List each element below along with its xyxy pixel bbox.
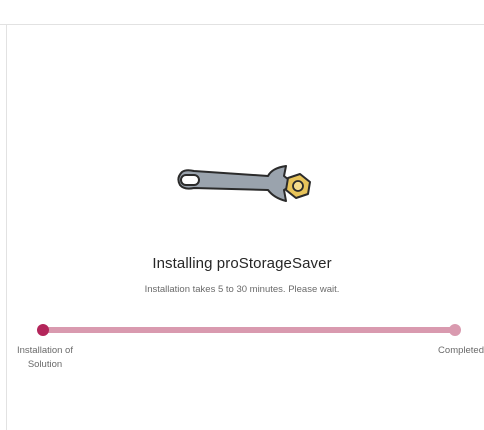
progress-track [44,327,456,333]
top-divider [0,24,484,25]
installer-window: Installing proStorageSaver Installation … [0,0,484,430]
install-subtitle: Installation takes 5 to 30 minutes. Plea… [144,284,340,295]
start-label-line2: Solution [27,359,63,370]
wrench-and-nut-icon [172,158,314,214]
install-title: Installing proStorageSaver [152,255,332,272]
progress-step-start-label: Installation of Solution [0,344,90,372]
start-label-line1: Installation of [17,345,73,356]
progress-step-end-dot [449,324,461,336]
progress-step-start-dot [37,324,49,336]
progress-step-end-label: Completed [438,345,484,356]
